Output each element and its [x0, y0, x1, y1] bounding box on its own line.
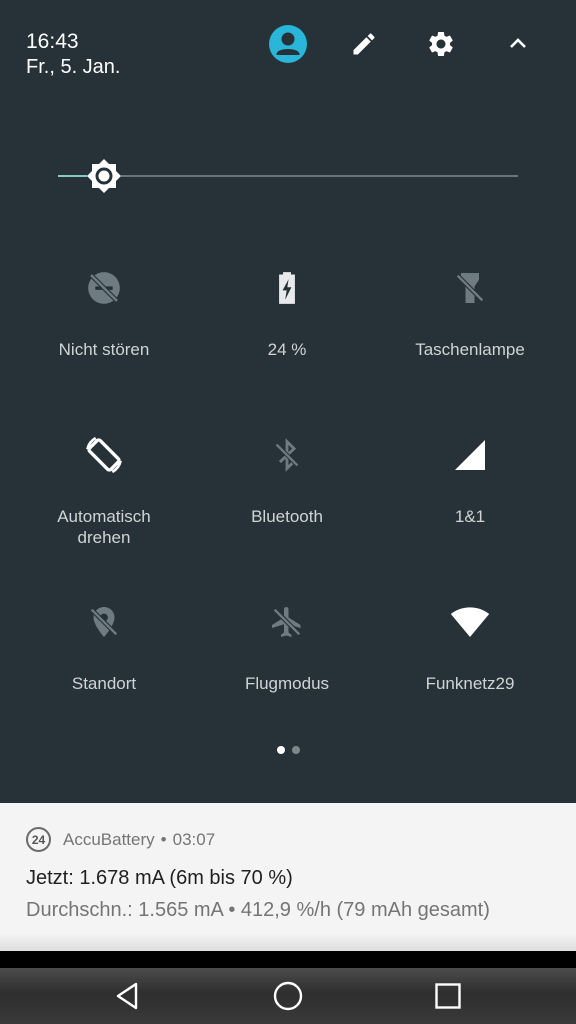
tile-airplane-mode[interactable]: Flugmodus	[195, 602, 379, 694]
tile-do-not-disturb[interactable]: Nicht stören	[12, 268, 196, 360]
notification-title: Jetzt: 1.678 mA (6m bis 70 %)	[26, 867, 293, 889]
tile-flashlight[interactable]: Taschenlampe	[378, 268, 562, 360]
account-icon	[269, 25, 307, 63]
edit-icon	[353, 33, 375, 55]
flashlight-off-icon	[454, 272, 486, 304]
tile-label: Taschenlampe	[415, 340, 525, 359]
recents-icon	[435, 983, 461, 1009]
tile-label: Funknetz29	[425, 674, 515, 693]
page-dot	[291, 746, 300, 754]
tile-label: Flugmodus	[244, 674, 330, 693]
wifi-icon	[450, 607, 490, 637]
notification-header: 24 AccuBattery • 03:07	[26, 827, 215, 852]
tile-label: Nicht stören	[58, 340, 150, 359]
notification-app-name: AccuBattery	[63, 829, 155, 849]
tile-label: Bluetooth	[251, 507, 323, 526]
collapse-button[interactable]	[498, 24, 538, 64]
clock-date[interactable]: Fr., 5. Jan.	[26, 56, 120, 78]
accubattery-notification[interactable]: 24 AccuBattery • 03:07 Jetzt: 1.678 mA (…	[0, 803, 576, 951]
account-button[interactable]	[268, 24, 308, 64]
notification-text: Durchschn.: 1.565 mA • 412,9 %/h (79 mAh…	[26, 899, 490, 921]
brightness-icon[interactable]	[85, 157, 123, 195]
tile-mobile-data[interactable]: 1&1	[378, 435, 562, 527]
notification-separator: •	[160, 829, 167, 849]
tile-label: Standort	[71, 674, 137, 693]
tile-label: 1&1	[454, 507, 486, 526]
brightness-track	[58, 175, 518, 177]
notification-time: 03:07	[172, 829, 216, 849]
tile-label: Automatisch drehen	[57, 507, 151, 547]
do-not-disturb-off-icon	[88, 272, 120, 304]
tile-wifi[interactable]: Funknetz29	[378, 602, 562, 694]
auto-rotate-icon	[86, 436, 122, 474]
home-button[interactable]	[248, 968, 328, 1024]
tile-bluetooth[interactable]: Bluetooth	[195, 435, 379, 527]
settings-button[interactable]	[421, 24, 461, 64]
location-off-icon	[88, 606, 120, 638]
tile-battery[interactable]: 24 %	[195, 268, 379, 360]
clock-time: 16:43	[26, 30, 79, 53]
back-icon	[116, 982, 138, 1010]
page-indicator	[0, 746, 576, 754]
brightness-slider[interactable]	[58, 158, 518, 194]
airplane-off-icon	[271, 606, 303, 638]
cellular-signal-icon	[455, 440, 485, 470]
edit-button[interactable]	[344, 24, 384, 64]
tile-auto-rotate[interactable]: Automatisch drehen	[12, 435, 196, 548]
tile-location[interactable]: Standort	[12, 602, 196, 694]
quick-settings-panel: 16:43 Fr., 5. Jan. Nicht stören 24 % Tas…	[0, 0, 576, 803]
page-dot	[276, 746, 285, 754]
back-button[interactable]	[88, 968, 168, 1024]
tile-label: 24 %	[267, 340, 307, 359]
recents-button[interactable]	[408, 968, 488, 1024]
collapse-icon	[510, 38, 526, 48]
notification-shadow	[0, 933, 576, 951]
navigation-bar	[0, 968, 576, 1024]
accubattery-app-icon: 24	[26, 827, 51, 852]
bluetooth-off-icon	[274, 438, 300, 472]
home-icon	[273, 981, 303, 1011]
battery-charging-icon	[279, 272, 295, 304]
settings-icon	[429, 31, 453, 56]
